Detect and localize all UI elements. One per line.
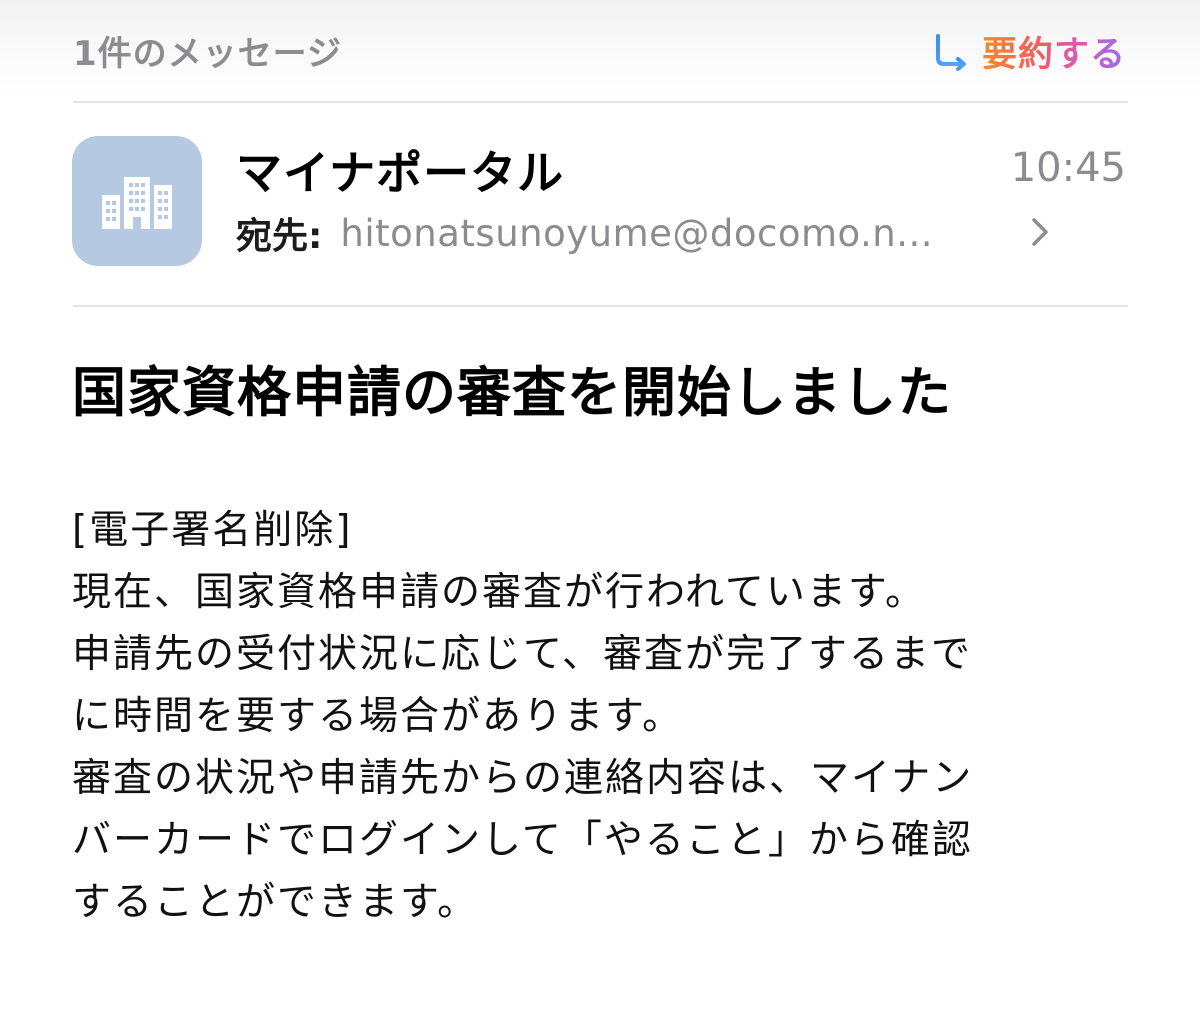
body-line: バーカードでログインして「やること」から確認 (72, 818, 973, 863)
header-divider (73, 101, 1128, 103)
sender-name[interactable]: マイナポータル (236, 137, 564, 203)
thread-header: 1件のメッセージ 要約する (0, 0, 1200, 102)
body-line: [電子署名削除] (72, 508, 353, 553)
building-icon (102, 177, 172, 229)
message-body: [電子署名削除] 現在、国家資格申請の審査が行われています。 申請先の受付状況に… (72, 500, 1132, 934)
message-time: 10:45 (1010, 145, 1126, 191)
summarize-label: 要約する (982, 26, 1126, 77)
recipient-row[interactable]: 宛先: hitonatsunoyume@docomo.n... (236, 207, 1056, 259)
recipient-address: hitonatsunoyume@docomo.n... (340, 211, 934, 255)
body-line: することができます。 (72, 880, 479, 925)
message-subject: 国家資格申請の審査を開始しました (72, 361, 952, 424)
summarize-icon (935, 33, 967, 71)
sender-divider (73, 305, 1128, 307)
body-line: 現在、国家資格申請の審査が行われています。 (72, 570, 926, 615)
summarize-button[interactable]: 要約する (932, 26, 1126, 77)
sender-avatar (72, 136, 202, 266)
to-label: 宛先: (236, 216, 323, 257)
body-line: 審査の状況や申請先からの連絡内容は、マイナン (72, 756, 974, 801)
body-line: に時間を要する場合があります。 (72, 694, 684, 739)
chevron-right-icon[interactable] (1025, 212, 1055, 252)
message-count-label: 1件のメッセージ (73, 34, 342, 74)
body-line: 申請先の受付状況に応じて、審査が完了するまで (72, 632, 973, 677)
mail-message-view: 1件のメッセージ 要約する マイナポータル 10:45 宛先: hitonats… (0, 0, 1200, 1011)
